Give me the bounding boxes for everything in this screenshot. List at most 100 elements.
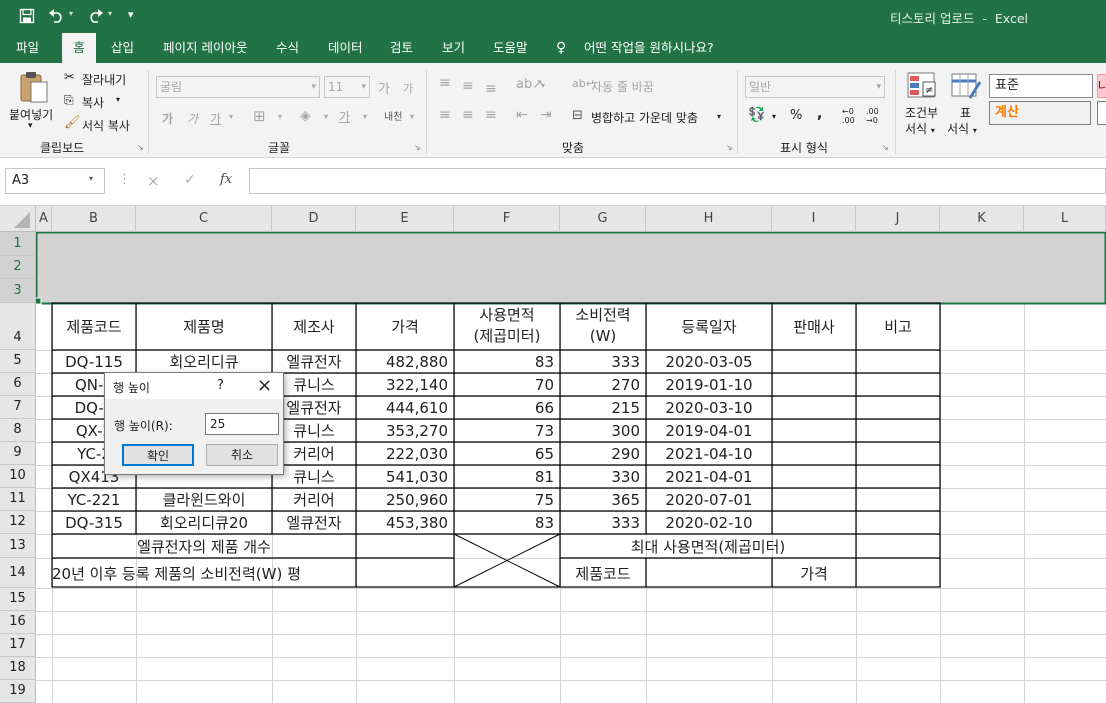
cell-date[interactable]: 2019-04-01 [646,420,772,442]
column-header[interactable]: J [856,206,940,232]
tab-help[interactable]: 도움말 [493,33,528,63]
align-top-icon[interactable]: ≡ [439,75,451,91]
italic-button[interactable]: 가 [187,110,198,127]
cut-button[interactable]: 잘라내기 [82,71,126,88]
copy-button[interactable]: 복사 [82,94,104,111]
tab-data[interactable]: 데이터 [328,33,363,63]
redo-dropdown-icon[interactable]: ▾ [108,9,112,18]
cell-power[interactable]: 300 [560,420,646,442]
row-header[interactable]: 16 [0,611,36,634]
align-center-icon[interactable]: ≡ [462,107,474,123]
conditional-format-button[interactable]: 조건부 [905,104,938,121]
cell-date[interactable]: 2020-02-10 [646,512,772,534]
underline-button[interactable]: 가 [210,110,221,127]
header-price[interactable]: 가격 [356,316,454,338]
cell-price[interactable]: 222,030 [356,443,454,465]
paste-dropdown-icon[interactable]: ▾ [28,121,33,131]
style-check[interactable] [1097,101,1106,125]
row-header[interactable]: 5 [0,350,36,373]
row-header[interactable]: 3 [0,279,36,303]
row-height-input[interactable]: 25 [205,413,279,435]
column-header[interactable]: H [646,206,772,232]
font-name-box[interactable]: 굴림 ▾ [156,76,320,98]
tab-insert[interactable]: 삽입 [111,33,134,63]
wrap-text-button[interactable]: 자동 줄 바꿈 [591,78,654,95]
cell-area[interactable]: 81 [454,466,560,488]
cell-area[interactable]: 73 [454,420,560,442]
accounting-format-icon[interactable]: 💱 [748,107,765,123]
cell-name[interactable]: 회오리디큐 [136,351,272,373]
summary-maker-count[interactable]: 엘큐전자의 제품 개수 [52,536,356,558]
summary-code-label[interactable]: 제품코드 [560,563,646,585]
cell-code[interactable]: YC-221 [52,489,136,511]
header-seller[interactable]: 판매사 [772,316,856,338]
cell-code[interactable]: DQ-315 [52,512,136,534]
cell-date[interactable]: 2020-07-01 [646,489,772,511]
cell-date[interactable]: 2021-04-10 [646,443,772,465]
tell-me-search[interactable]: 어떤 작업을 원하시나요? [584,33,714,63]
close-icon[interactable]: × [257,375,272,396]
row-header[interactable]: 7 [0,396,36,419]
font-launcher-icon[interactable]: ↘ [414,143,421,152]
number-format-box[interactable]: 일반 ▾ [745,76,885,98]
summary-power-average[interactable]: 20년 이후 등록 제품의 소비전력(W) 평 [52,563,356,585]
cell-area[interactable]: 65 [454,443,560,465]
font-color-dropdown-icon[interactable]: ▾ [363,112,367,121]
tab-file[interactable]: 파일 [16,33,44,63]
fill-dropdown-icon[interactable]: ▾ [324,112,328,121]
insert-function-icon[interactable]: fx [220,172,232,187]
cell-power[interactable]: 290 [560,443,646,465]
name-box-dropdown-icon[interactable]: ▾ [89,174,93,183]
header-area[interactable]: 사용면적 (제곱미터) [454,305,560,347]
cell-area[interactable]: 83 [454,351,560,373]
tab-page-layout[interactable]: 페이지 레이아웃 [163,33,247,63]
header-date[interactable]: 등록일자 [646,316,772,338]
tab-formulas[interactable]: 수식 [276,33,299,63]
format-painter-button[interactable]: 서식 복사 [82,117,130,134]
column-header[interactable]: I [772,206,856,232]
column-header[interactable]: E [356,206,454,232]
row-header[interactable]: 14 [0,558,36,588]
cancel-button[interactable]: 취소 [206,444,278,466]
row-header[interactable]: 1 [0,232,36,256]
increase-decimal-button[interactable]: ←0 .00 [842,107,862,125]
cell-maker[interactable]: 엘큐전자 [272,351,356,373]
column-header[interactable]: K [940,206,1024,232]
cell-price[interactable]: 541,030 [356,466,454,488]
cell-maker[interactable]: 큐니스 [272,466,356,488]
cell-date[interactable]: 2020-03-05 [646,351,772,373]
tab-review[interactable]: 검토 [390,33,413,63]
merge-dropdown-icon[interactable]: ▾ [717,112,721,121]
row-header[interactable]: 10 [0,465,36,488]
header-code[interactable]: 제품코드 [52,316,136,338]
cell-area[interactable]: 83 [454,512,560,534]
cell-name[interactable]: 클라윈드와이 [136,489,272,511]
cell-maker[interactable]: 커리어 [272,489,356,511]
decrease-indent-icon[interactable]: ⇤ [516,107,528,123]
font-color-button[interactable]: 가 [339,108,350,125]
bold-button[interactable]: 가 [162,110,173,127]
undo-dropdown-icon[interactable]: ▾ [69,9,73,18]
cell-area[interactable]: 70 [454,374,560,396]
number-launcher-icon[interactable]: ↘ [882,143,889,152]
tab-home[interactable]: 홈 [62,33,96,63]
orientation-dropdown-icon[interactable]: ▾ [541,81,545,90]
save-icon[interactable] [19,8,35,24]
customize-qat-icon[interactable]: ▾ [128,8,134,21]
help-icon[interactable]: ? [217,378,224,393]
accounting-dropdown-icon[interactable]: ▾ [772,112,776,121]
cell-area[interactable]: 75 [454,489,560,511]
increase-indent-icon[interactable]: ⇥ [540,107,552,123]
style-calculation[interactable]: 계산 [989,101,1091,125]
summary-price-label[interactable]: 가격 [772,563,856,585]
cell-power[interactable]: 270 [560,374,646,396]
row-header[interactable]: 18 [0,657,36,680]
column-header[interactable]: G [560,206,646,232]
cell-price[interactable]: 250,960 [356,489,454,511]
row-header[interactable]: 19 [0,680,36,703]
column-header[interactable]: A [36,206,52,232]
cell-price[interactable]: 482,880 [356,351,454,373]
align-middle-icon[interactable]: ≡ [462,78,474,94]
cell-area[interactable]: 66 [454,397,560,419]
style-bad[interactable]: 나 [1097,74,1106,98]
